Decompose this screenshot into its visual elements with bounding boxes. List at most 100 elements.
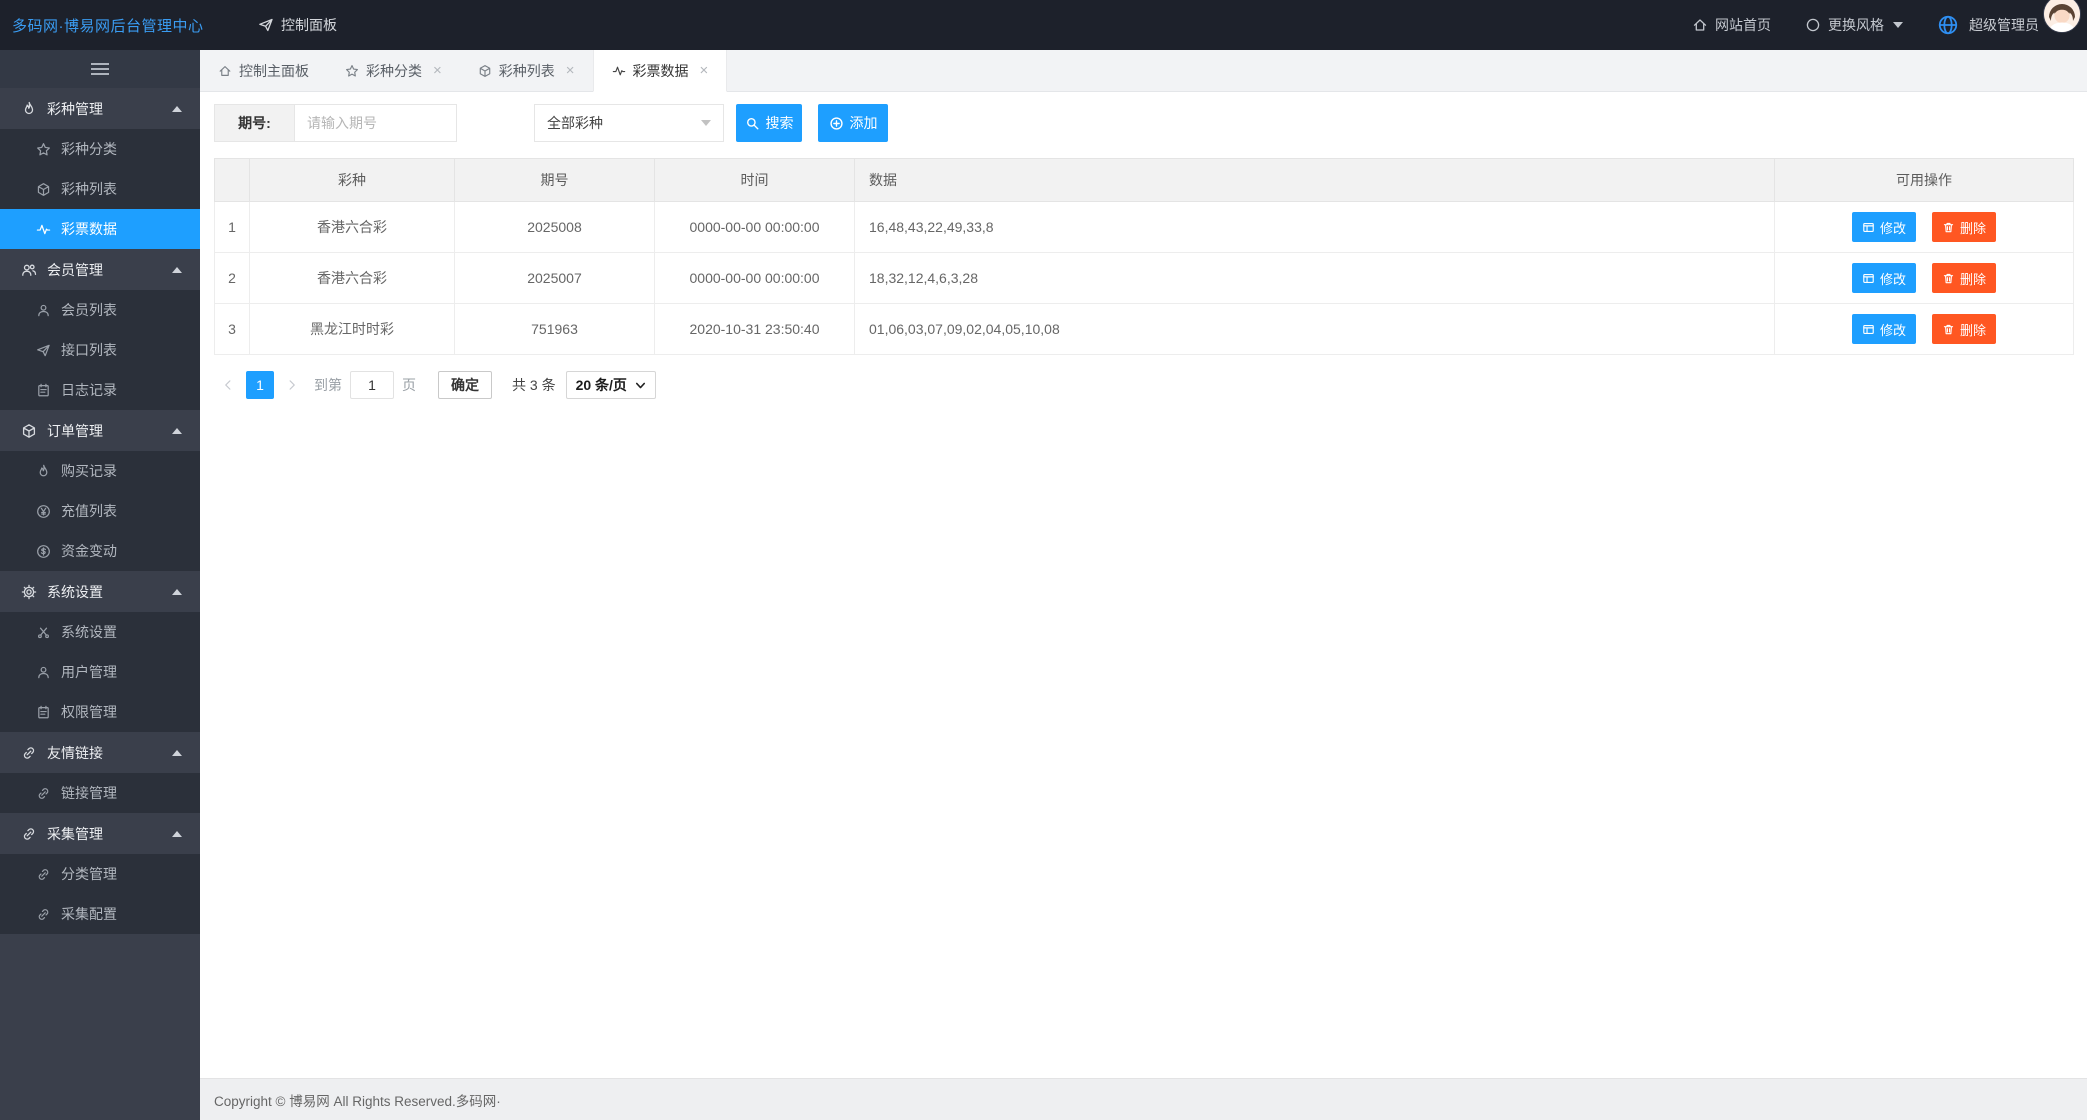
delete-button-label: 删除 — [1960, 320, 1986, 339]
sidebar-item-category-management[interactable]: 分类管理 — [0, 854, 200, 894]
paper-plane-icon — [36, 343, 51, 358]
sidebar-item-friendly-links[interactable]: 友情链接 — [0, 732, 200, 773]
users-icon — [21, 262, 37, 278]
sidebar-item-label: 彩种管理 — [47, 99, 103, 119]
edit-button[interactable]: 修改 — [1852, 212, 1916, 242]
pagination: 1 到第 页 确定 共 3 条 20 条/页 — [214, 371, 2074, 399]
delete-button[interactable]: 删除 — [1932, 263, 1996, 293]
sidebar-item-log-records[interactable]: 日志记录 — [0, 370, 200, 410]
goto-page-input[interactable] — [350, 371, 394, 399]
page-size-select[interactable]: 20 条/页 — [566, 371, 656, 399]
sidebar-section: 会员管理 会员列表 接口列表 日志记录 — [0, 249, 200, 410]
tab-lottery-categories[interactable]: 彩种分类 × — [327, 50, 460, 91]
search-button[interactable]: 搜索 — [736, 104, 802, 142]
cell-actions: 修改 删除 — [1775, 202, 2074, 253]
close-icon[interactable]: × — [433, 63, 442, 78]
table-row: 2 香港六合彩 2025007 0000-00-00 00:00:00 18,3… — [215, 253, 2074, 304]
sidebar-item-permission-management[interactable]: 权限管理 — [0, 692, 200, 732]
sidebar-item-member-management[interactable]: 会员管理 — [0, 249, 200, 290]
sidebar: 彩种管理 彩种分类 彩种列表 彩票数据 — [0, 50, 200, 1120]
nav-site-home[interactable]: 网站首页 — [1692, 15, 1771, 35]
page-number-current[interactable]: 1 — [246, 371, 274, 399]
nav-change-style-label: 更换风格 — [1828, 15, 1884, 35]
cell-lottery: 香港六合彩 — [250, 202, 455, 253]
chevron-up-icon — [172, 750, 182, 756]
cell-data: 01,06,03,07,09,02,04,05,10,08 — [855, 304, 1775, 355]
sidebar-collapse-button[interactable] — [0, 50, 200, 88]
lottery-data-table: 彩种 期号 时间 数据 可用操作 1 香港六合彩 2025008 0000-00 — [214, 158, 2074, 355]
sidebar-section: 系统设置 系统设置 用户管理 权限管理 — [0, 571, 200, 732]
hamburger-icon — [91, 63, 109, 75]
sidebar-item-user-management[interactable]: 用户管理 — [0, 652, 200, 692]
sidebar-item-member-list[interactable]: 会员列表 — [0, 290, 200, 330]
nav-dashboard-label: 控制面板 — [281, 15, 337, 35]
confirm-button[interactable]: 确定 — [438, 371, 492, 399]
sidebar-section: 采集管理 分类管理 采集配置 — [0, 813, 200, 934]
delete-button[interactable]: 删除 — [1932, 212, 1996, 242]
avatar[interactable] — [2043, 0, 2081, 33]
submenu: 会员列表 接口列表 日志记录 — [0, 290, 200, 410]
circle-icon — [1805, 17, 1821, 33]
sidebar-item-label: 彩票数据 — [61, 219, 117, 239]
sidebar-item-lottery-list[interactable]: 彩种列表 — [0, 169, 200, 209]
header-right: 网站首页 更换风格 超级管理员 — [1692, 14, 2069, 36]
tab-lottery-data[interactable]: 彩票数据 × — [593, 50, 728, 92]
sidebar-item-label: 订单管理 — [47, 421, 103, 441]
app-window: 多码网·博易网后台管理中心 控制面板 网站首页 更换风格 超级管理员 — [0, 0, 2087, 1120]
cell-lottery: 香港六合彩 — [250, 253, 455, 304]
add-button[interactable]: 添加 — [818, 104, 888, 142]
sidebar-item-purchase-records[interactable]: 购买记录 — [0, 451, 200, 491]
sidebar-item-order-management[interactable]: 订单管理 — [0, 410, 200, 451]
prev-page-button[interactable] — [214, 371, 242, 399]
cell-index: 3 — [215, 304, 250, 355]
next-page-button[interactable] — [278, 371, 306, 399]
issue-input[interactable] — [294, 104, 457, 142]
tab-label: 彩种分类 — [366, 61, 422, 81]
goto-prefix-label: 到第 — [314, 375, 342, 395]
close-icon[interactable]: × — [700, 63, 709, 78]
cell-time: 2020-10-31 23:50:40 — [655, 304, 855, 355]
yen-circle-icon — [36, 504, 51, 519]
sidebar-item-system-settings-sub[interactable]: 系统设置 — [0, 612, 200, 652]
cell-issue: 751963 — [455, 304, 655, 355]
cell-index: 2 — [215, 253, 250, 304]
sidebar-item-api-list[interactable]: 接口列表 — [0, 330, 200, 370]
cube-icon — [21, 423, 37, 439]
delete-button-label: 删除 — [1960, 218, 1986, 237]
sidebar-item-link-management[interactable]: 链接管理 — [0, 773, 200, 813]
sidebar-item-lottery-data[interactable]: 彩票数据 — [0, 209, 200, 249]
delete-button[interactable]: 删除 — [1932, 314, 1996, 344]
sidebar-item-recharge-list[interactable]: 充值列表 — [0, 491, 200, 531]
sidebar-item-label: 彩种列表 — [61, 179, 117, 199]
sidebar-item-label: 系统设置 — [61, 622, 117, 642]
lottery-type-select[interactable]: 全部彩种 — [534, 104, 724, 142]
cell-time: 0000-00-00 00:00:00 — [655, 202, 855, 253]
sidebar-section: 订单管理 购买记录 充值列表 资金变动 — [0, 410, 200, 571]
sidebar-item-collection-config[interactable]: 采集配置 — [0, 894, 200, 934]
link-icon — [36, 907, 51, 922]
search-icon — [745, 116, 760, 131]
nav-dashboard[interactable]: 控制面板 — [258, 15, 337, 35]
sidebar-item-system-settings[interactable]: 系统设置 — [0, 571, 200, 612]
link-icon — [36, 867, 51, 882]
cell-lottery: 黑龙江时时彩 — [250, 304, 455, 355]
edit-button[interactable]: 修改 — [1852, 314, 1916, 344]
nav-change-style[interactable]: 更换风格 — [1805, 15, 1903, 35]
filter-bar: 期号: 全部彩种 搜索 添加 — [214, 104, 2074, 142]
sidebar-item-label: 会员列表 — [61, 300, 117, 320]
sidebar-item-collection-management[interactable]: 采集管理 — [0, 813, 200, 854]
edit-button-label: 修改 — [1880, 269, 1906, 288]
sidebar-item-lottery-management[interactable]: 彩种管理 — [0, 88, 200, 129]
tab-lottery-list[interactable]: 彩种列表 × — [460, 50, 593, 91]
fire-icon — [36, 464, 51, 479]
submenu: 彩种分类 彩种列表 彩票数据 — [0, 129, 200, 249]
close-icon[interactable]: × — [566, 63, 575, 78]
tab-dashboard[interactable]: 控制主面板 — [200, 50, 327, 91]
col-time: 时间 — [655, 159, 855, 202]
sidebar-item-fund-changes[interactable]: 资金变动 — [0, 531, 200, 571]
admin-menu[interactable]: 超级管理员 — [1937, 14, 2069, 36]
issue-input-group: 期号: — [214, 104, 457, 142]
sidebar-item-lottery-categories[interactable]: 彩种分类 — [0, 129, 200, 169]
edit-button[interactable]: 修改 — [1852, 263, 1916, 293]
issue-label: 期号: — [214, 104, 294, 142]
